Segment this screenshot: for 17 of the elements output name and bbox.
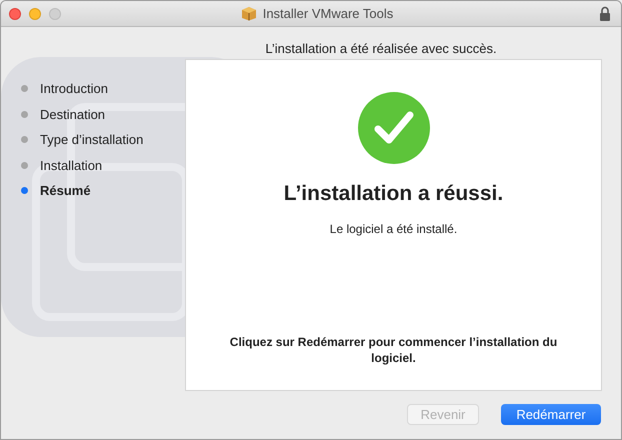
window-title: Installer VMware Tools	[262, 4, 394, 23]
zoom-button[interactable]	[49, 8, 61, 20]
restart-button[interactable]: Redémarrer	[501, 404, 601, 425]
result-subtitle: Le logiciel a été installé.	[330, 220, 458, 238]
checkmark-icon	[358, 92, 430, 164]
package-icon	[240, 6, 257, 21]
close-button[interactable]	[9, 8, 21, 20]
step-label: Introduction	[40, 80, 108, 98]
step-label: Résumé	[40, 182, 91, 200]
instruction-text: Cliquez sur Redémarrer pour commencer l’installation du logiciel.	[228, 334, 558, 366]
step-label: Destination	[40, 106, 106, 124]
minimize-button[interactable]	[29, 8, 41, 20]
lock-icon	[599, 6, 611, 21]
step-label: Installation	[40, 156, 102, 174]
step-label: Type d’installation	[40, 131, 144, 149]
header-text: L’installation a été réalisée avec succès.	[264, 40, 498, 58]
result-heading: L’installation a réussi.	[284, 181, 504, 207]
